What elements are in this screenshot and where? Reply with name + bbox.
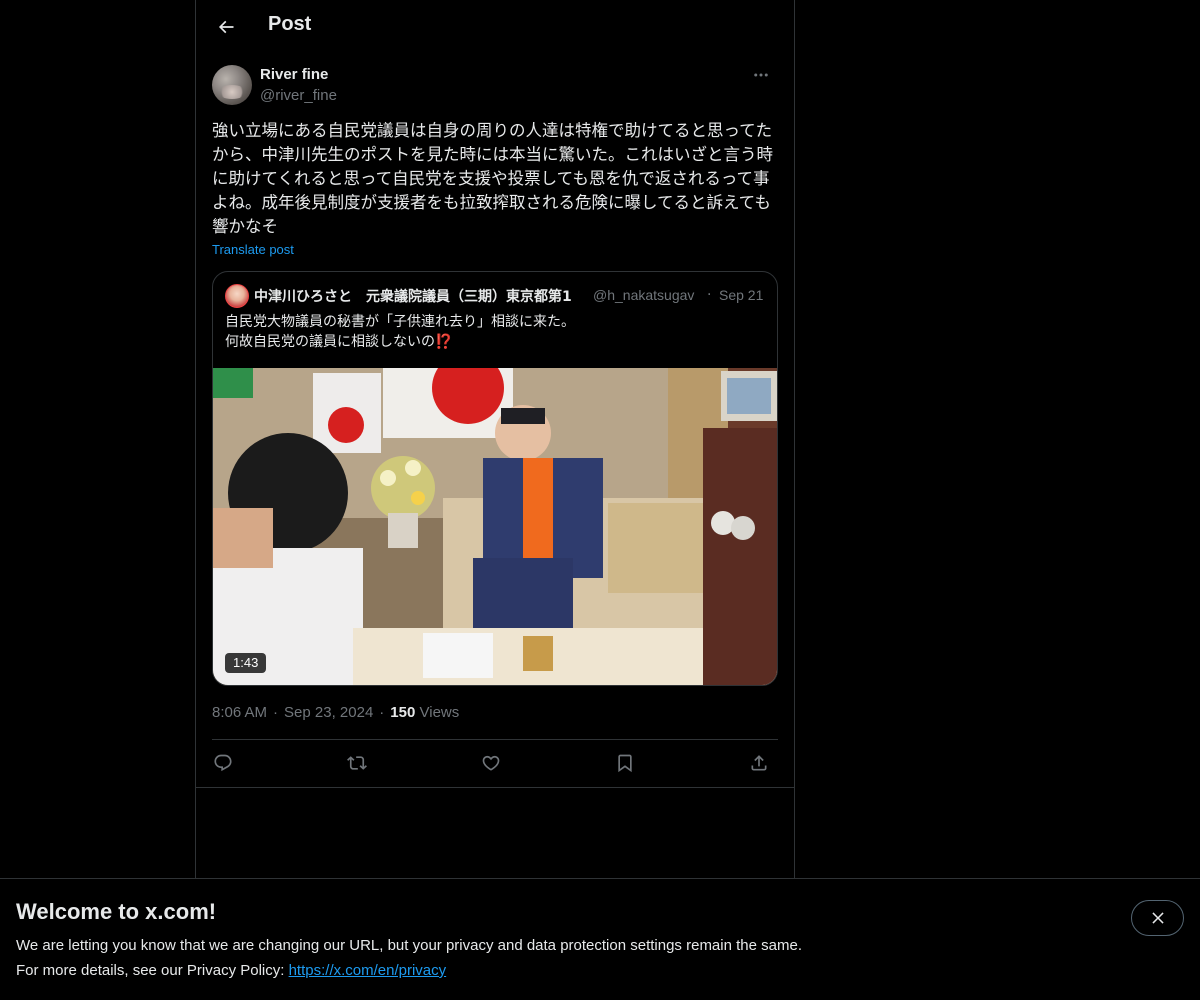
banner-policy-line: For more details, see our Privacy Policy… — [16, 962, 446, 979]
quote-date: Sep 21 — [719, 287, 764, 303]
privacy-policy-link[interactable]: https://x.com/en/privacy — [289, 962, 447, 979]
post-header: Post — [196, 0, 794, 54]
post-meta: 8:06 AM · Sep 23, 2024 · 150 Views — [212, 704, 460, 721]
translate-post-link[interactable]: Translate post — [212, 242, 294, 257]
share-icon — [751, 755, 767, 771]
quote-avatar — [225, 284, 249, 308]
back-button[interactable] — [208, 9, 244, 45]
quote-header: 中津川ひろさと 元衆議院議員（三期）東京都第1 @h_nakatsugav · … — [225, 284, 765, 308]
avatar[interactable] — [212, 65, 252, 105]
more-icon — [754, 73, 768, 77]
repost-button[interactable] — [340, 750, 374, 776]
reply-button[interactable] — [206, 750, 240, 776]
divider — [196, 787, 794, 788]
bookmark-button[interactable] — [608, 750, 642, 776]
reply-icon — [214, 754, 232, 772]
more-button[interactable] — [744, 65, 778, 85]
primary-column: Post River fine @river_fine 強い立場にある自民党議員… — [195, 0, 795, 1000]
quote-video[interactable]: 1:43 — [213, 368, 777, 685]
views-count: 150 — [390, 704, 416, 721]
post-author: River fine @river_fine — [212, 65, 778, 107]
post-actions — [212, 740, 778, 787]
banner-message: We are letting you know that we are chan… — [16, 937, 802, 954]
quoted-post[interactable]: 中津川ひろさと 元衆議院議員（三期）東京都第1 @h_nakatsugav · … — [212, 271, 778, 686]
quote-text: 自民党大物議員の秘書が「子供連れ去り」相談に来た。 何故自民党の議員に相談しない… — [225, 312, 765, 352]
video-duration: 1:43 — [225, 653, 267, 673]
banner-policy-prefix: For more details, see our Privacy Policy… — [16, 962, 289, 979]
quote-text-line1: 自民党大物議員の秘書が「子供連れ去り」相談に来た。 — [225, 314, 575, 330]
author-handle[interactable]: @river_fine — [260, 87, 337, 104]
quote-author-handle: @h_nakatsugav — [593, 287, 695, 303]
post-time[interactable]: 8:06 AM — [212, 704, 267, 721]
banner-title: Welcome to x.com! — [16, 899, 217, 924]
views-label: Views — [419, 704, 460, 721]
bookmark-icon — [618, 754, 632, 773]
interrobang-emoji: ⁉️ — [435, 334, 453, 350]
close-banner-button[interactable] — [1131, 900, 1184, 936]
welcome-banner: Welcome to x.com! We are letting you kno… — [0, 878, 1200, 1000]
author-name[interactable]: River fine — [260, 66, 328, 83]
quote-text-line2: 何故自民党の議員に相談しないの — [225, 334, 435, 350]
quote-author-name: 中津川ひろさと 元衆議院議員（三期）東京都第1 — [254, 289, 572, 305]
repost-icon — [347, 756, 367, 770]
separator-dot: · — [707, 287, 712, 303]
heart-icon — [482, 755, 500, 771]
page-title: Post — [268, 13, 312, 35]
share-button[interactable] — [742, 750, 776, 776]
like-button[interactable] — [474, 750, 508, 776]
post-date[interactable]: Sep 23, 2024 — [284, 704, 373, 721]
video-thumbnail — [213, 368, 777, 685]
arrow-left-icon — [218, 20, 234, 34]
close-icon — [1151, 912, 1164, 924]
post-text: 強い立場にある自民党議員は自身の周りの人達は特権で助けてると思ってたから、中津川… — [212, 121, 773, 236]
